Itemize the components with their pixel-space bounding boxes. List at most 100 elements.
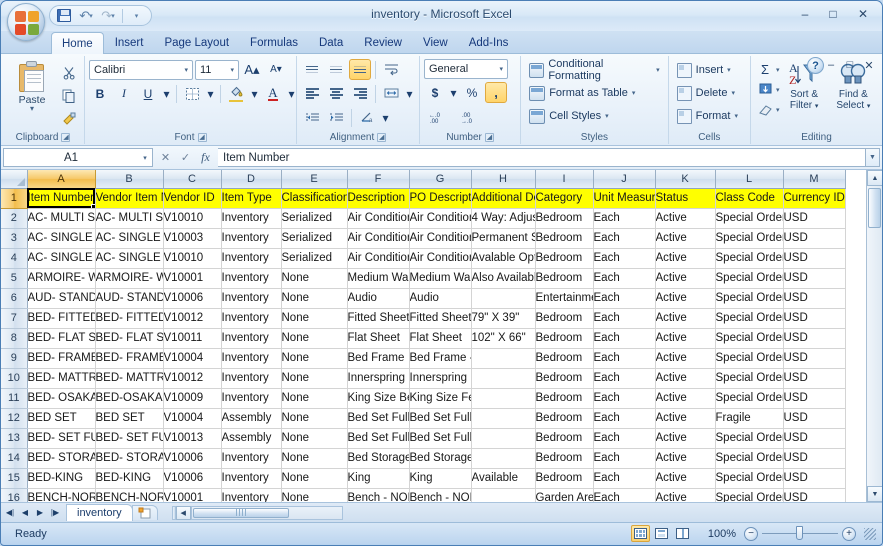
percent-format-button[interactable]: % bbox=[461, 82, 483, 103]
tab-data[interactable]: Data bbox=[309, 32, 353, 53]
zoom-slider[interactable] bbox=[762, 526, 838, 540]
table-cell[interactable]: Bed Storage Box - DE bbox=[409, 448, 472, 469]
table-cell[interactable]: Bed Set Full/double bbox=[409, 428, 472, 449]
page-break-view-button[interactable] bbox=[673, 525, 692, 542]
table-cell[interactable]: Active bbox=[655, 248, 716, 269]
table-cell[interactable]: Also Available bbox=[471, 268, 536, 289]
cut-button[interactable] bbox=[58, 62, 80, 83]
accounting-dropdown[interactable]: ▾ bbox=[448, 82, 459, 103]
table-cell[interactable]: AC- SINGLE WALL bbox=[27, 248, 96, 269]
zoom-out-button[interactable]: − bbox=[744, 526, 758, 541]
table-cell[interactable]: USD bbox=[783, 228, 846, 249]
table-cell[interactable]: Active bbox=[655, 348, 716, 369]
italic-button[interactable]: I bbox=[113, 83, 135, 104]
table-cell[interactable]: Special Order bbox=[715, 348, 784, 369]
clear-button[interactable] bbox=[755, 100, 775, 119]
name-box-chevron-down-icon[interactable]: ▾ bbox=[138, 154, 152, 162]
align-left-button[interactable] bbox=[301, 83, 323, 104]
paste-dropdown-icon[interactable]: ▾ bbox=[30, 105, 34, 113]
tab-review[interactable]: Review bbox=[354, 32, 412, 53]
table-cell[interactable]: Special Order bbox=[715, 268, 784, 289]
table-cell[interactable]: Inventory bbox=[221, 208, 282, 229]
table-cell[interactable]: Special Order bbox=[715, 448, 784, 469]
row-header-5[interactable]: 5 bbox=[1, 268, 28, 289]
table-cell[interactable]: Active bbox=[655, 448, 716, 469]
table-cell[interactable]: Active bbox=[655, 368, 716, 389]
table-cell[interactable]: Assembly bbox=[221, 428, 282, 449]
column-header-j[interactable]: J bbox=[593, 170, 656, 189]
table-cell[interactable]: USD bbox=[783, 388, 846, 409]
table-cell[interactable]: BENCH-NORDEN bbox=[27, 488, 96, 502]
table-cell[interactable]: V10010 bbox=[163, 248, 222, 269]
table-cell[interactable]: Bed Frame - VINSTRA bbox=[409, 348, 472, 369]
table-cell[interactable]: Special Order bbox=[715, 488, 784, 502]
number-format-combo[interactable]: General ▾ bbox=[424, 59, 508, 79]
table-cell[interactable] bbox=[471, 448, 536, 469]
table-cell[interactable]: V10006 bbox=[163, 468, 222, 489]
table-cell[interactable]: USD bbox=[783, 488, 846, 502]
table-cell[interactable]: Innerspring Mattress bbox=[409, 368, 472, 389]
table-cell[interactable]: None bbox=[281, 308, 348, 329]
table-cell[interactable]: None bbox=[281, 328, 348, 349]
table-cell[interactable]: V10006 bbox=[163, 288, 222, 309]
insert-function-button[interactable]: fx bbox=[196, 149, 215, 167]
table-cell[interactable]: Air Conditioner bbox=[347, 228, 410, 249]
table-cell[interactable]: Each bbox=[593, 248, 656, 269]
table-cell[interactable]: USD bbox=[783, 348, 846, 369]
table-cell[interactable]: USD bbox=[783, 308, 846, 329]
table-cell[interactable]: BED- STORAGE bbox=[95, 448, 164, 469]
table-cell[interactable]: Each bbox=[593, 288, 656, 309]
table-cell[interactable]: Active bbox=[655, 468, 716, 489]
borders-dropdown[interactable]: ▾ bbox=[205, 83, 216, 104]
table-cell[interactable]: King bbox=[347, 468, 410, 489]
table-cell[interactable]: BED SET bbox=[95, 408, 164, 429]
table-cell[interactable]: BED- FITTED SHEET bbox=[95, 308, 164, 329]
font-name-combo[interactable]: Calibri ▾ bbox=[89, 59, 193, 80]
merge-center-button[interactable] bbox=[380, 83, 402, 104]
row-header-8[interactable]: 8 bbox=[1, 328, 28, 349]
table-cell[interactable]: Active bbox=[655, 268, 716, 289]
row-header-9[interactable]: 9 bbox=[1, 348, 28, 369]
table-cell[interactable]: Bed Frame bbox=[347, 348, 410, 369]
row-header-10[interactable]: 10 bbox=[1, 368, 28, 389]
table-cell[interactable]: BENCH-NORDEN bbox=[95, 488, 164, 502]
paste-button[interactable]: Paste ▾ bbox=[6, 59, 58, 113]
table-cell[interactable]: King Size Bed bbox=[347, 388, 410, 409]
header-cell[interactable]: Status bbox=[655, 188, 716, 209]
doc-close-button[interactable]: ✕ bbox=[861, 57, 877, 73]
underline-dropdown[interactable]: ▾ bbox=[161, 83, 172, 104]
format-painter-button[interactable] bbox=[58, 108, 80, 129]
fill-color-button[interactable] bbox=[225, 83, 247, 104]
font-dialog-launcher[interactable]: ◢ bbox=[197, 132, 207, 142]
table-cell[interactable] bbox=[471, 288, 536, 309]
help-button[interactable]: ? bbox=[807, 57, 824, 74]
table-cell[interactable]: USD bbox=[783, 368, 846, 389]
column-header-l[interactable]: L bbox=[715, 170, 784, 189]
header-cell[interactable]: Unit Measure bbox=[593, 188, 656, 209]
column-header-a[interactable]: A bbox=[27, 170, 96, 189]
table-cell[interactable]: V10001 bbox=[163, 488, 222, 502]
table-cell[interactable]: Bed Set Full bbox=[347, 428, 410, 449]
row-header-3[interactable]: 3 bbox=[1, 228, 28, 249]
table-cell[interactable]: AC- SINGLE WALL bbox=[95, 248, 164, 269]
table-cell[interactable]: AUD- STAND bbox=[27, 288, 96, 309]
table-cell[interactable]: USD bbox=[783, 268, 846, 289]
table-cell[interactable]: ARMOIRE- WOOD bbox=[27, 268, 96, 289]
table-cell[interactable]: Active bbox=[655, 428, 716, 449]
table-cell[interactable]: Active bbox=[655, 228, 716, 249]
table-cell[interactable]: Inventory bbox=[221, 368, 282, 389]
header-cell[interactable]: Additional Description bbox=[471, 188, 536, 209]
row-header-11[interactable]: 11 bbox=[1, 388, 28, 409]
alignment-dialog-launcher[interactable]: ◢ bbox=[377, 133, 387, 142]
table-cell[interactable]: Inventory bbox=[221, 268, 282, 289]
table-cell[interactable]: Each bbox=[593, 488, 656, 502]
tab-page-layout[interactable]: Page Layout bbox=[154, 32, 239, 53]
table-cell[interactable]: None bbox=[281, 288, 348, 309]
comma-format-button[interactable]: , bbox=[485, 82, 507, 103]
table-cell[interactable]: BED- MATTRESS bbox=[27, 368, 96, 389]
table-cell[interactable]: Entertainment bbox=[535, 288, 594, 309]
format-as-table-button[interactable]: Format as Table ▾ bbox=[525, 82, 639, 104]
table-cell[interactable]: Active bbox=[655, 208, 716, 229]
vertical-scrollbar[interactable]: ▲ ▼ bbox=[866, 170, 882, 502]
table-cell[interactable]: None bbox=[281, 388, 348, 409]
